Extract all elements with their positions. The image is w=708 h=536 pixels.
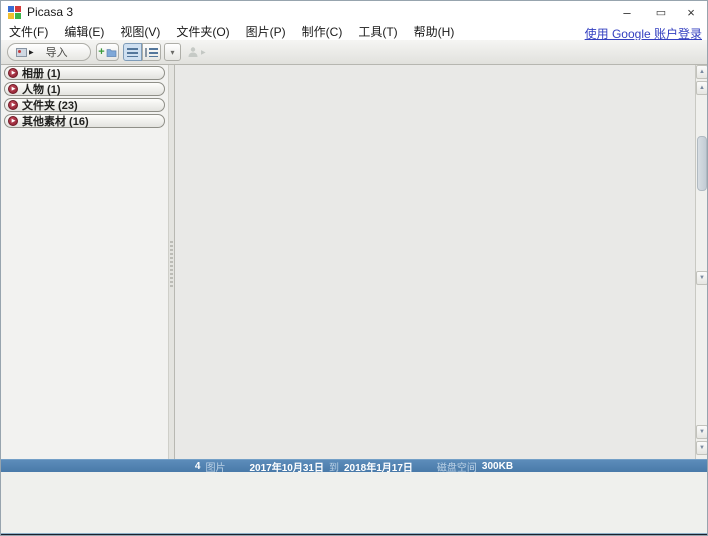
- toolbar: ▶ 导入 + ▾ ▶ 过滤器 ★: [1, 40, 707, 65]
- play-arrow-icon: ▶: [29, 49, 34, 56]
- play-arrow-icon: ▶: [201, 49, 206, 56]
- add-folder-button[interactable]: +: [96, 43, 119, 61]
- plus-icon: +: [98, 46, 104, 58]
- photo-thumbnail-icon: [16, 48, 27, 57]
- sidebar: ▶ 相册 (1) ▶ 人物 (1) ▶ 文件夹 (23) ▶ 其他素材 (16): [1, 65, 169, 459]
- scroll-jump-down-button[interactable]: ▼: [696, 271, 708, 285]
- scrollbar-thumb[interactable]: [697, 136, 707, 191]
- vertical-scrollbar[interactable]: [695, 65, 708, 459]
- expand-arrow-icon[interactable]: ▶: [8, 84, 18, 94]
- picasa-window: Picasa 3 – ▭ × 文件(F) 编辑(E) 视图(V) 文件夹(O) …: [0, 0, 708, 536]
- title-bar: Picasa 3 – ▭ ×: [1, 1, 707, 23]
- window-title: Picasa 3: [27, 5, 73, 19]
- menu-view[interactable]: 视图(V): [112, 23, 168, 40]
- sidebar-section-other[interactable]: ▶ 其他素材 (16): [4, 114, 165, 128]
- sidebar-section-albums[interactable]: ▶ 相册 (1): [4, 66, 165, 80]
- maximize-button[interactable]: ▭: [645, 1, 677, 23]
- bottom-panel: 选择 ▾ ★ ↺ ↻: [1, 472, 707, 533]
- section-label: 人物 (1): [22, 81, 61, 97]
- chevron-down-icon: ▼: [699, 275, 705, 281]
- photo-lightbox-area[interactable]: [174, 65, 695, 459]
- maximize-icon: ▭: [656, 6, 666, 19]
- photo-count: 4: [195, 461, 201, 472]
- person-icon: [187, 46, 199, 58]
- menu-create[interactable]: 制作(C): [294, 23, 351, 40]
- tree-view-icon: [145, 48, 158, 57]
- status-bar: 4 图片 2017年10月31日 到 2018年1月17日 磁盘空间 300KB: [1, 459, 707, 472]
- menu-folder[interactable]: 文件夹(O): [168, 23, 237, 40]
- import-label: 导入: [46, 44, 68, 60]
- chevron-down-icon: ▼: [699, 429, 705, 435]
- menu-picture[interactable]: 图片(P): [238, 23, 294, 40]
- scroll-jump-up-button[interactable]: ▲: [696, 81, 708, 95]
- list-view-icon: [127, 48, 138, 57]
- expand-arrow-icon[interactable]: ▶: [8, 100, 18, 110]
- sidebar-section-people[interactable]: ▶ 人物 (1): [4, 82, 165, 96]
- disk-space-value: 300KB: [482, 461, 513, 472]
- chevron-up-icon: ▲: [699, 69, 705, 75]
- import-button[interactable]: ▶ 导入: [7, 43, 91, 61]
- section-label: 文件夹 (23): [22, 97, 78, 113]
- picasa-logo-icon: [8, 6, 21, 19]
- scroll-down-button[interactable]: ▼: [696, 425, 708, 439]
- menu-edit[interactable]: 编辑(E): [56, 23, 112, 40]
- menu-tools[interactable]: 工具(T): [350, 23, 405, 40]
- scroll-up-button[interactable]: ▲: [696, 65, 708, 79]
- chevron-up-icon: ▲: [699, 85, 705, 91]
- splitter-grip[interactable]: [170, 241, 173, 287]
- section-label: 其他素材 (16): [22, 113, 89, 129]
- flat-view-toggle[interactable]: [123, 43, 142, 61]
- caret-down-icon: ▾: [170, 48, 174, 57]
- section-label: 相册 (1): [22, 65, 61, 81]
- expand-arrow-icon[interactable]: ▶: [8, 116, 18, 126]
- menu-file[interactable]: 文件(F): [1, 23, 56, 40]
- minimize-button[interactable]: –: [611, 1, 643, 23]
- close-button[interactable]: ×: [675, 1, 707, 23]
- minimize-icon: –: [623, 5, 630, 20]
- chevron-down-icon: ▼: [699, 445, 705, 451]
- tree-view-toggle[interactable]: [142, 43, 161, 61]
- sidebar-section-folders[interactable]: ▶ 文件夹 (23): [4, 98, 165, 112]
- folder-icon: [106, 48, 117, 57]
- close-icon: ×: [687, 5, 695, 20]
- view-options-dropdown[interactable]: ▾: [164, 43, 181, 61]
- scroll-bottom-button[interactable]: ▼: [696, 441, 708, 455]
- expand-arrow-icon[interactable]: ▶: [8, 68, 18, 78]
- menu-help[interactable]: 帮助(H): [406, 23, 463, 40]
- people-export-button-disabled: ▶: [187, 43, 215, 61]
